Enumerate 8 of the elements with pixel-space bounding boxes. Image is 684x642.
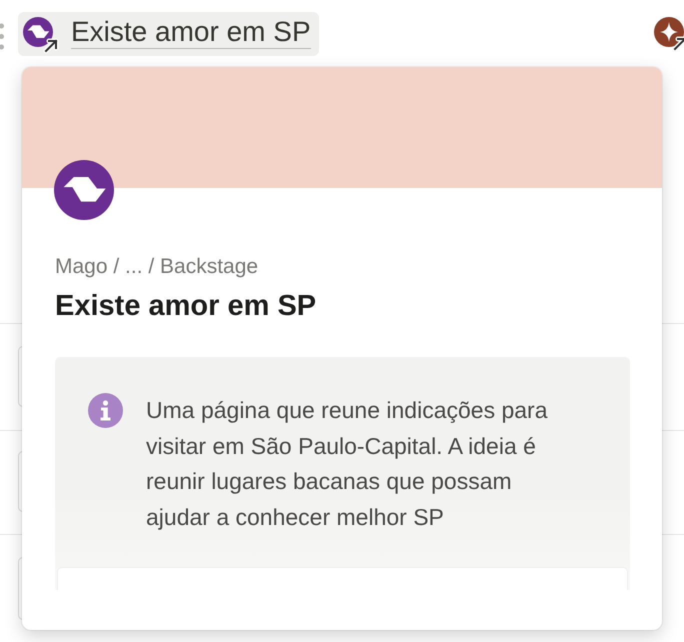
callout-text: Uma página que reune indicações para visitar em São Paulo-Capital. A ideia é reunir lugares bacanas que possam ajudar a conhecer melhor SP <box>146 396 548 532</box>
logo-link-icon <box>23 16 60 54</box>
drag-handle-icon[interactable] <box>0 23 5 50</box>
info-icon <box>88 393 123 428</box>
logo-icon <box>54 160 114 220</box>
page-title: Existe amor em SP <box>55 289 316 324</box>
page-link[interactable]: Existe amor em SP <box>18 12 319 56</box>
breadcrumb: Mago / ... / Backstage <box>55 254 258 280</box>
